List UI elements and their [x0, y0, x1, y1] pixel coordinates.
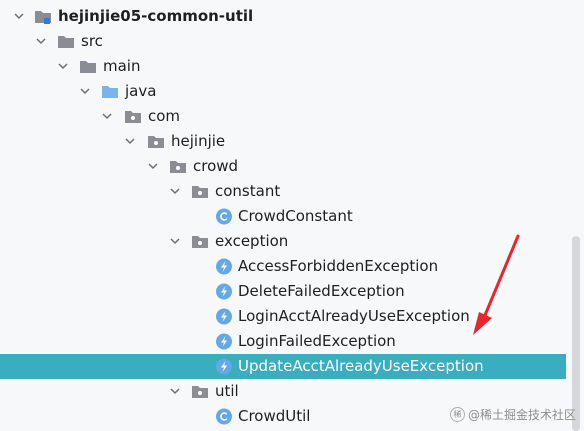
tree-row-com[interactable]: com: [0, 104, 566, 129]
tree-label-src: src: [81, 32, 103, 50]
exception-class-icon: [215, 308, 233, 325]
tree-label-login-failed: LoginFailedException: [238, 332, 396, 350]
package-icon: [191, 183, 209, 200]
chevron-down-icon[interactable]: [102, 111, 112, 121]
tree-row-root-module[interactable]: hejinjie05-common-util: [0, 4, 566, 29]
tree-row-java[interactable]: java: [0, 79, 566, 104]
tree-row-util[interactable]: util: [0, 379, 566, 404]
package-icon: [191, 383, 209, 400]
chevron-down-icon[interactable]: [170, 186, 180, 196]
class-icon: [215, 408, 233, 425]
package-icon: [124, 108, 142, 125]
folder-icon: [79, 58, 97, 75]
watermark: 稀 @稀土掘金技术社区: [449, 406, 576, 423]
chevron-down-icon[interactable]: [148, 161, 158, 171]
tree-row-main[interactable]: main: [0, 54, 566, 79]
tree-label-com: com: [148, 107, 181, 125]
chevron-down-icon[interactable]: [36, 36, 46, 46]
chevron-down-icon[interactable]: [58, 61, 68, 71]
folder-icon: [57, 33, 75, 50]
class-icon: [215, 208, 233, 225]
tree-label-crowd-util: CrowdUtil: [238, 407, 311, 425]
source-root-icon: [101, 83, 119, 100]
tree-label-java: java: [125, 82, 157, 100]
tree-label-root: hejinjie05-common-util: [58, 7, 254, 25]
exception-class-icon: [215, 283, 233, 300]
project-tree[interactable]: hejinjie05-common-util src main java com…: [0, 4, 566, 429]
watermark-text: @稀土掘金技术社区: [467, 408, 576, 422]
tree-label-util: util: [215, 382, 239, 400]
chevron-down-icon[interactable]: [170, 386, 180, 396]
chevron-down-icon[interactable]: [125, 136, 135, 146]
tree-label-access-forbidden: AccessForbiddenException: [238, 257, 439, 275]
exception-class-icon: [215, 333, 233, 350]
package-icon: [147, 133, 165, 150]
chevron-down-icon[interactable]: [170, 236, 180, 246]
tree-label-crowd: crowd: [193, 157, 239, 175]
exception-class-icon: [215, 358, 233, 375]
tree-label-constant: constant: [215, 182, 281, 200]
tree-label-crowd-constant: CrowdConstant: [238, 207, 353, 225]
tree-row-crowd-constant[interactable]: CrowdConstant: [0, 204, 566, 229]
exception-class-icon: [215, 258, 233, 275]
tree-label-login-acct-already-use: LoginAcctAlreadyUseException: [238, 307, 470, 325]
tree-row-update-acct-already-use-exception[interactable]: UpdateAcctAlreadyUseException: [0, 354, 566, 379]
tree-label-update-acct-already-use: UpdateAcctAlreadyUseException: [238, 357, 484, 375]
tree-label-delete-failed: DeleteFailedException: [238, 282, 405, 300]
watermark-logo-icon: 稀: [449, 407, 465, 422]
tree-row-hejinjie[interactable]: hejinjie: [0, 129, 566, 154]
module-icon: [34, 8, 52, 25]
vertical-scrollbar-thumb[interactable]: [572, 236, 580, 431]
tree-label-main: main: [103, 57, 141, 75]
red-arrow-annotation: [473, 234, 520, 335]
package-icon: [169, 158, 187, 175]
tree-label-hejinjie: hejinjie: [171, 132, 226, 150]
tree-row-crowd[interactable]: crowd: [0, 154, 566, 179]
chevron-down-icon[interactable]: [80, 86, 90, 96]
tree-row-constant[interactable]: constant: [0, 179, 566, 204]
tree-label-exception: exception: [215, 232, 289, 250]
tree-row-src[interactable]: src: [0, 29, 566, 54]
chevron-down-icon[interactable]: [14, 11, 24, 21]
package-icon: [191, 233, 209, 250]
